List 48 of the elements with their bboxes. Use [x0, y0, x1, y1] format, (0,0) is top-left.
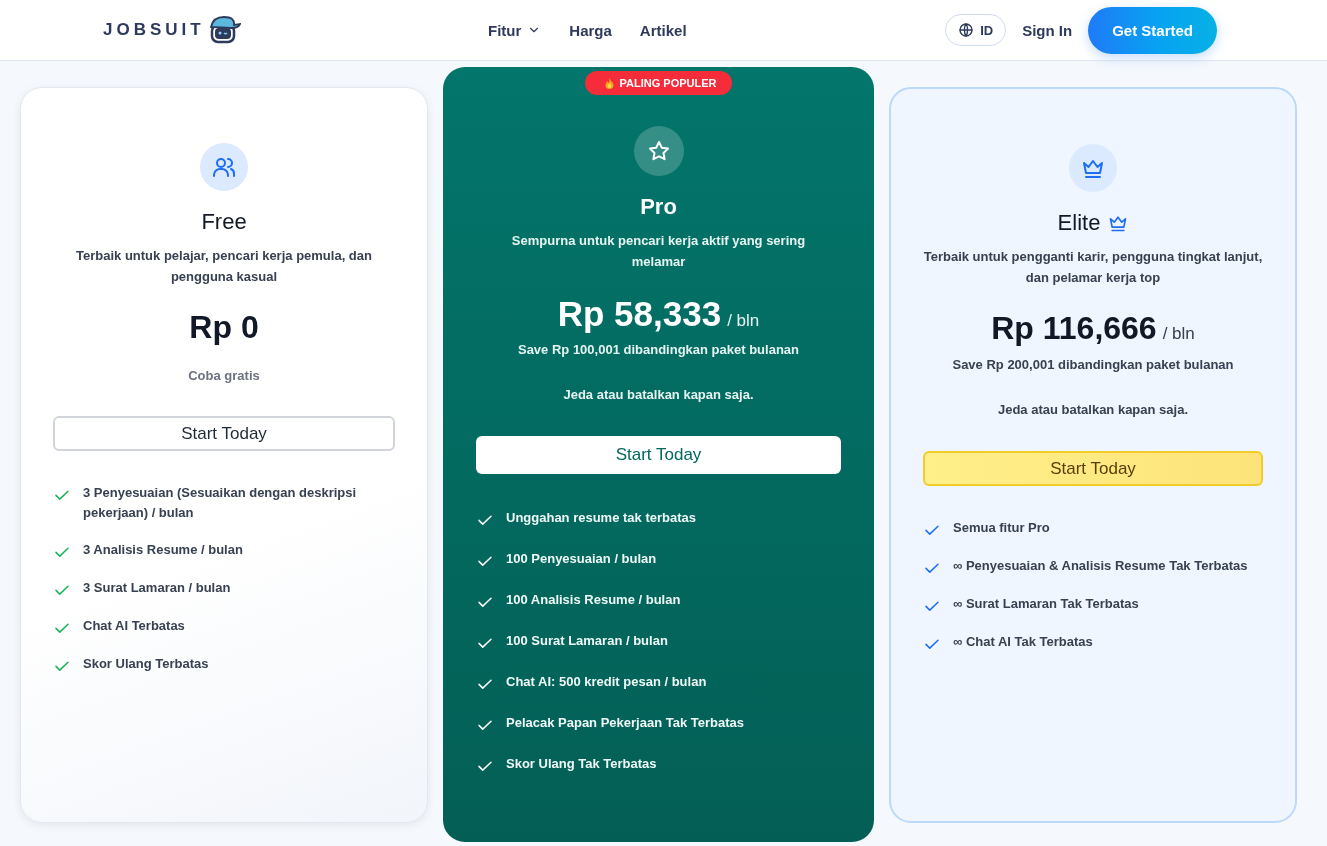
plan-note: Jeda atau batalkan kapan saja.: [563, 387, 754, 402]
feature-text: 100 Surat Lamaran / bulan: [506, 632, 668, 650]
feature-text: Skor Ulang Terbatas: [83, 655, 209, 673]
language-button[interactable]: ID: [945, 14, 1007, 46]
sign-in-link[interactable]: Sign In: [1022, 21, 1073, 39]
feature-text: 3 Analisis Resume / bulan: [83, 541, 243, 559]
plan-price: Rp 116,666: [991, 310, 1157, 347]
flame-icon: [604, 77, 614, 89]
star-icon: [646, 139, 671, 163]
start-button[interactable]: Start Today: [53, 416, 395, 451]
plan-description: Terbaik untuk pengganti karir, pengguna tingkat lanjut, dan pelamar kerja top: [923, 248, 1263, 287]
badge-label: PALING POPULER: [619, 77, 717, 89]
robot-mascot-icon: [208, 16, 241, 44]
feature-text: ∞ Penyesuaian & Analisis Resume Tak Terbatas: [953, 557, 1248, 575]
plan-description: Terbaik untuk pelajar, pencari kerja pemula, dan pengguna kasual: [75, 247, 373, 286]
plan-name: Free: [201, 209, 247, 235]
feature-text: Chat AI Terbatas: [83, 617, 185, 635]
feature-text: Pelacak Papan Pekerjaan Tak Terbatas: [506, 714, 744, 732]
feature-text: 3 Penyesuaian (Sesuaikan dengan deskripsi pekerjaan) / bulan: [83, 484, 358, 522]
plan-note: Coba gratis: [188, 368, 260, 383]
nav-link[interactable]: Fitur: [488, 21, 542, 39]
plan-name: Pro: [640, 194, 677, 220]
globe-icon: [958, 22, 975, 38]
crown-icon: [1108, 213, 1129, 233]
feature-text: Chat AI: 500 kredit pesan / bulan: [506, 673, 707, 691]
nav-link[interactable]: Artikel: [639, 21, 687, 39]
start-button[interactable]: Start Today: [923, 451, 1263, 486]
start-button[interactable]: Start Today: [476, 436, 841, 474]
price-period: / bln: [1162, 324, 1195, 344]
feature-text: Semua fitur Pro: [953, 519, 1050, 537]
plan-description: Sempurna untuk pencari kerja aktif yang sering melamar: [510, 232, 807, 271]
feature-text: 100 Analisis Resume / bulan: [506, 591, 681, 609]
nav-link[interactable]: Harga: [569, 21, 612, 39]
users-icon: [212, 155, 236, 179]
feature-text: 3 Surat Lamaran / bulan: [83, 579, 231, 597]
logo-text: JOBSUIT: [103, 20, 205, 40]
feature-text: Unggahan resume tak terbatas: [506, 509, 696, 527]
price-period: / bln: [727, 311, 760, 331]
plan-note: Jeda atau batalkan kapan saja.: [997, 402, 1188, 417]
savings-text: Save Rp 200,001 dibandingkan paket bulanan: [952, 357, 1234, 372]
feature-text: Skor Ulang Tak Terbatas: [506, 755, 657, 773]
plan-price: Rp 0: [189, 309, 259, 346]
feature-text: ∞ Surat Lamaran Tak Terbatas: [953, 595, 1139, 613]
feature-text: ∞ Chat AI Tak Terbatas: [953, 633, 1093, 651]
savings-text: Save Rp 100,001 dibandingkan paket bulanan: [517, 342, 799, 357]
plan-price: Rp 58,333: [557, 294, 722, 334]
feature-text: 100 Penyesuaian / bulan: [506, 550, 657, 568]
plan-name: Elite: [1057, 210, 1101, 236]
